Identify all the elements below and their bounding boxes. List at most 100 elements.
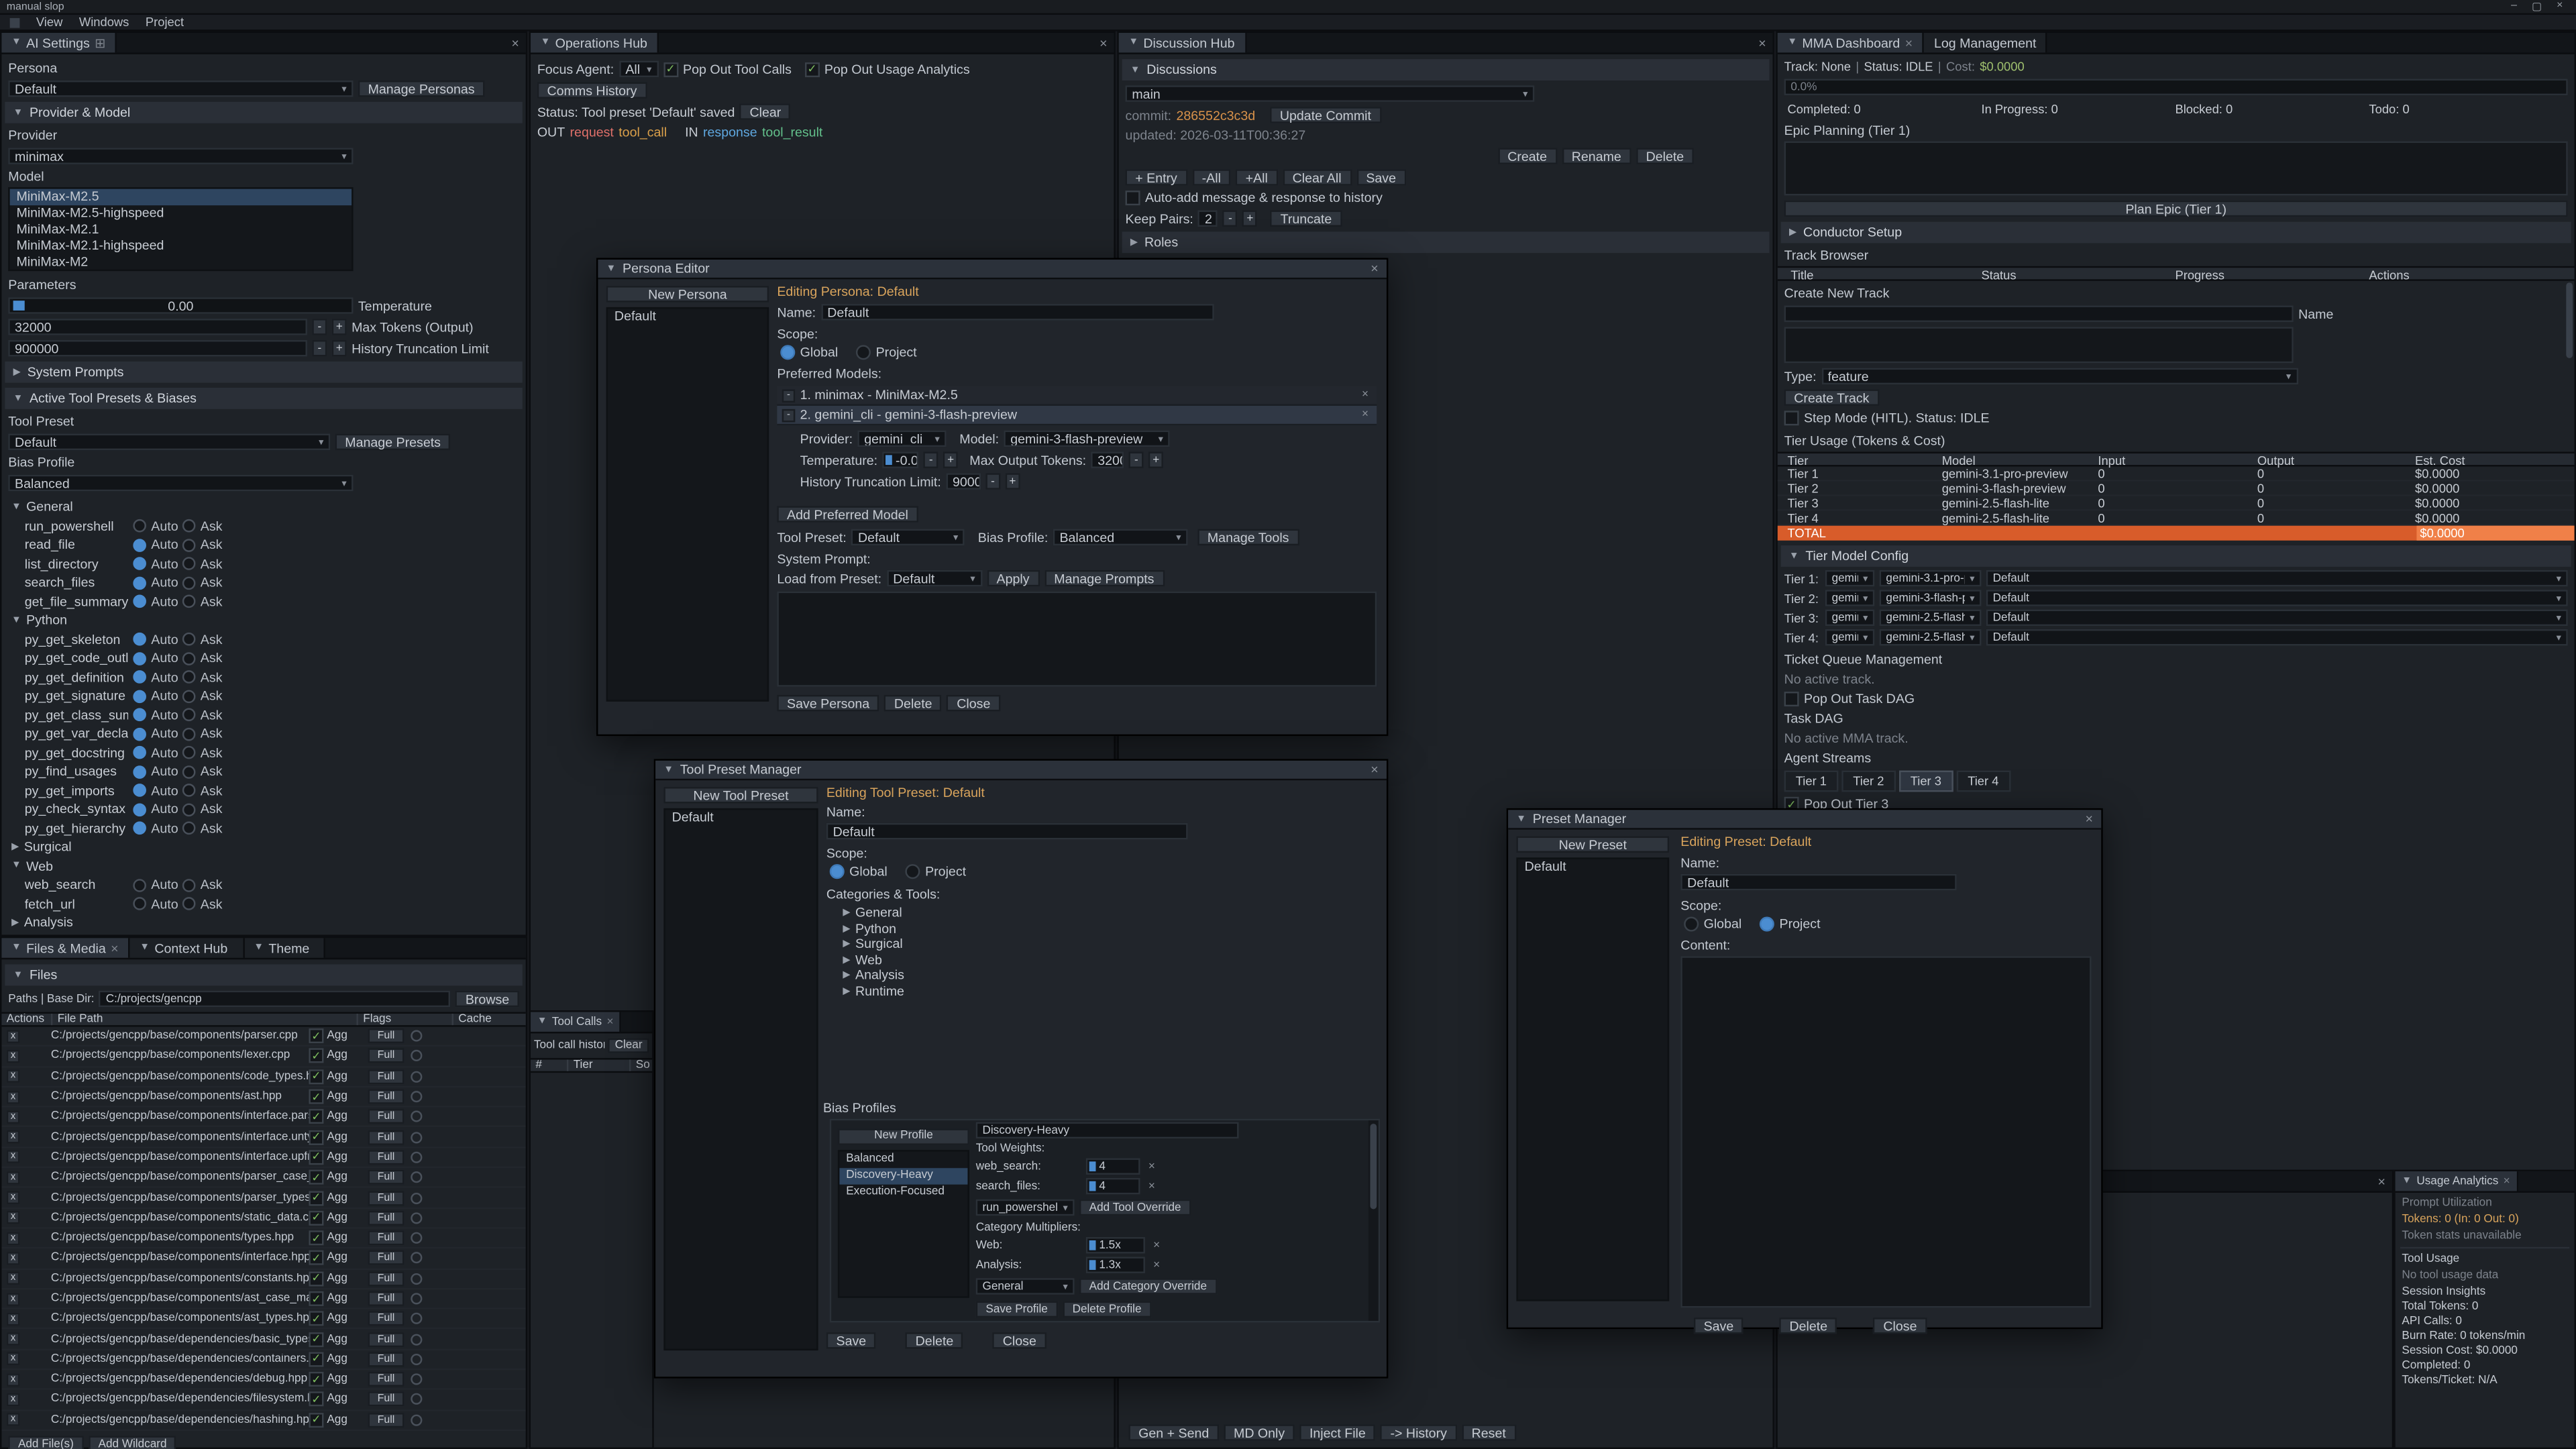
model-option[interactable]: MiniMax-M2	[10, 255, 352, 271]
add-preferred-model-button[interactable]: Add Preferred Model	[777, 506, 918, 522]
bias-profile-item[interactable]: Discovery-Heavy	[839, 1167, 967, 1183]
tab-discussion-hub[interactable]: ▼ Discussion Hub	[1119, 33, 1246, 52]
full-button[interactable]: Full	[368, 1231, 405, 1246]
auto-toggle[interactable]	[133, 652, 146, 665]
history-decrement[interactable]: -	[312, 340, 327, 356]
model-option[interactable]: MiniMax-M2.5	[10, 189, 352, 205]
maxout-decrement[interactable]: -	[1129, 451, 1144, 468]
tool-tree-row[interactable]: py_get_docstring Auto Ask	[1, 743, 525, 762]
ask-toggle[interactable]	[182, 576, 196, 590]
full-button[interactable]: Full	[368, 1372, 405, 1387]
tool-tree-row[interactable]: py_get_code_outline Auto Ask	[1, 649, 525, 667]
agg-checkbox[interactable]	[309, 1251, 323, 1266]
tier-model-select[interactable]: gemini-2.5-flash-lite	[1880, 610, 1982, 626]
tab-usage-analytics[interactable]: ▼ Usage Analytics ×	[2396, 1171, 2518, 1191]
caret-down-icon[interactable]: ▼	[1787, 38, 1797, 48]
tool-tree-row[interactable]: list_directory Auto Ask	[1, 555, 525, 574]
persona-list[interactable]: Default	[606, 307, 769, 702]
auto-toggle[interactable]	[133, 822, 146, 835]
keep-pairs-decrement[interactable]: -	[1223, 210, 1238, 226]
remove-file-button[interactable]: x	[7, 1393, 20, 1407]
apply-button[interactable]: Apply	[987, 570, 1039, 586]
add-files-button[interactable]: Add File(s)	[8, 1436, 83, 1449]
tab-tool-calls[interactable]: ▼ Tool Calls ×	[531, 1012, 622, 1032]
ask-toggle[interactable]	[182, 539, 196, 552]
cache-indicator[interactable]	[411, 1273, 422, 1284]
menu-item[interactable]: Windows	[79, 15, 129, 30]
new-tool-preset-button[interactable]: New Tool Preset	[663, 787, 818, 803]
load-preset-select[interactable]: Default	[886, 570, 981, 586]
tool-preset-select[interactable]: Default	[8, 434, 330, 450]
caret-icon[interactable]: ▼	[11, 502, 21, 513]
compose-action-button[interactable]: MD Only	[1224, 1424, 1295, 1440]
cache-indicator[interactable]	[411, 1172, 422, 1183]
bias-profile-select[interactable]: Balanced	[1053, 529, 1188, 545]
remove-file-button[interactable]: x	[7, 1171, 20, 1184]
model-listbox[interactable]: MiniMax-M2.5 MiniMax-M2.5-highspeed Mini…	[8, 187, 353, 271]
keep-pairs-input[interactable]: 2	[1198, 210, 1218, 226]
close-tool-preset-button[interactable]: Close	[993, 1332, 1046, 1348]
hist-increment[interactable]: +	[1005, 473, 1020, 489]
save-preset-button[interactable]: Save	[1694, 1318, 1743, 1334]
scope-global-radio[interactable]	[1684, 917, 1699, 932]
caret-down-icon[interactable]: ▼	[1128, 38, 1138, 48]
caret-icon[interactable]: ▶	[11, 917, 19, 928]
scope-global-radio[interactable]	[830, 864, 845, 879]
close-icon[interactable]: ×	[2371, 1174, 2392, 1189]
entry-action-button[interactable]: -All	[1192, 169, 1231, 185]
files-section-header[interactable]: ▼Files	[5, 965, 522, 986]
remove-file-button[interactable]: x	[7, 1413, 20, 1427]
agg-checkbox[interactable]	[309, 1271, 323, 1286]
remove-file-button[interactable]: x	[7, 1150, 20, 1164]
history-increment[interactable]: +	[332, 340, 347, 356]
temp-increment[interactable]: +	[943, 451, 958, 468]
epic-planning-textarea[interactable]	[1784, 142, 2568, 196]
ask-toggle[interactable]	[182, 879, 196, 892]
close-icon[interactable]: ×	[606, 1016, 613, 1028]
delete-profile-button[interactable]: Delete Profile	[1063, 1301, 1151, 1318]
delete-tool-preset-button[interactable]: Delete	[906, 1332, 963, 1348]
category-row[interactable]: ▶ Runtime	[843, 983, 1377, 999]
slider-handle[interactable]	[13, 301, 25, 311]
preset-content-textarea[interactable]	[1680, 956, 2091, 1307]
add-tool-select[interactable]: run_powershell	[976, 1199, 1075, 1216]
new-preset-button[interactable]: New Preset	[1516, 837, 1669, 853]
remove-file-button[interactable]: x	[7, 1110, 20, 1124]
manage-personas-button[interactable]: Manage Personas	[358, 80, 484, 97]
category-row[interactable]: ▶ Analysis	[843, 967, 1377, 983]
remove-multiplier-icon[interactable]: ×	[1150, 1240, 1163, 1251]
persona-editor-titlebar[interactable]: ▼ Persona Editor ×	[598, 260, 1387, 279]
model-option[interactable]: MiniMax-M2.1-highspeed	[10, 238, 352, 254]
auto-toggle[interactable]	[133, 595, 146, 608]
ask-toggle[interactable]	[182, 765, 196, 779]
cache-indicator[interactable]	[411, 1091, 422, 1102]
cache-indicator[interactable]	[411, 1152, 422, 1163]
bias-profile-select[interactable]: Balanced	[8, 475, 353, 491]
cache-indicator[interactable]	[411, 1374, 422, 1385]
bias-profile-item[interactable]: Balanced	[839, 1151, 967, 1167]
caret-right-icon[interactable]: ▶	[843, 923, 850, 934]
auto-toggle[interactable]	[133, 784, 146, 798]
scrollbar-track[interactable]	[1368, 1120, 1379, 1321]
tool-tree-row[interactable]: run_powershell Auto Ask	[1, 517, 525, 535]
full-button[interactable]: Full	[368, 1110, 405, 1124]
maximize-button[interactable]: ▢	[2532, 0, 2542, 13]
agg-checkbox[interactable]	[309, 1170, 323, 1185]
agg-checkbox[interactable]	[309, 1028, 323, 1043]
tool-tree-row[interactable]: search_files Auto Ask	[1, 574, 525, 592]
save-profile-button[interactable]: Save Profile	[976, 1301, 1058, 1318]
auto-toggle[interactable]	[133, 576, 146, 590]
agg-checkbox[interactable]	[309, 1413, 323, 1428]
max-tokens-input[interactable]: 32000	[8, 319, 307, 335]
save-persona-button[interactable]: Save Persona	[777, 695, 879, 711]
provider-select[interactable]: minimax	[8, 148, 353, 164]
tool-tree-row[interactable]: py_get_imports Auto Ask	[1, 781, 525, 800]
tool-tree-row[interactable]: fetch_url Auto Ask	[1, 894, 525, 913]
tier-prompt-select[interactable]: Default	[1986, 570, 2568, 586]
full-button[interactable]: Full	[368, 1392, 405, 1407]
preferred-model-row[interactable]: - 1. minimax - MiniMax-M2.5 ×	[777, 386, 1377, 406]
system-prompt-textarea[interactable]	[777, 592, 1377, 687]
agg-checkbox[interactable]	[309, 1150, 323, 1165]
cache-indicator[interactable]	[411, 1192, 422, 1203]
tier-model-select[interactable]: gemini-2.5-flash-lite	[1880, 629, 1982, 645]
